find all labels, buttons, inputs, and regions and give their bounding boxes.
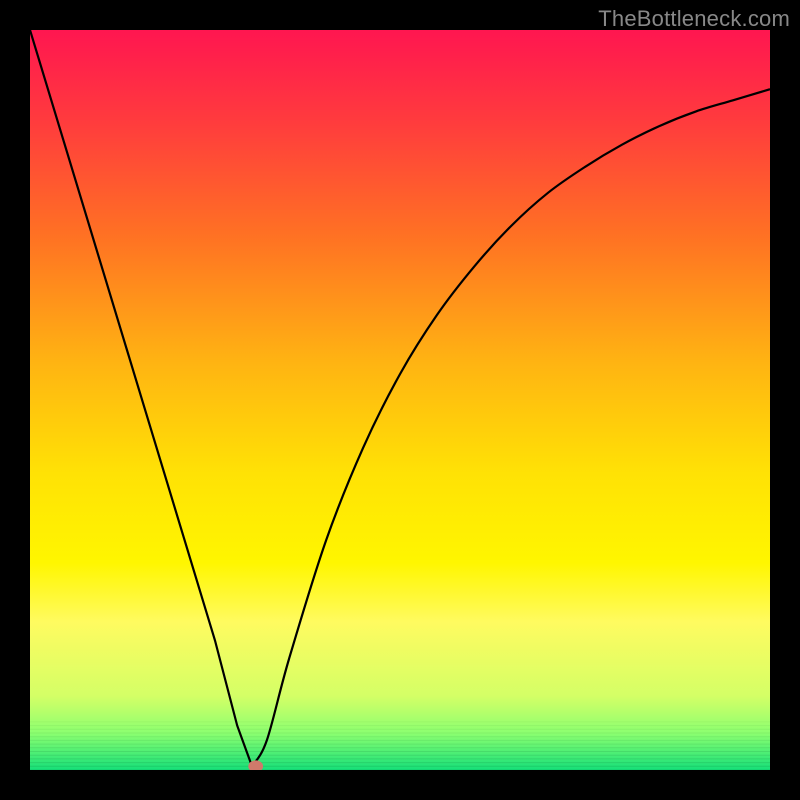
watermark-text: TheBottleneck.com xyxy=(598,6,790,32)
chart-frame: TheBottleneck.com xyxy=(0,0,800,800)
plot-svg xyxy=(30,30,770,770)
plot-area xyxy=(30,30,770,770)
